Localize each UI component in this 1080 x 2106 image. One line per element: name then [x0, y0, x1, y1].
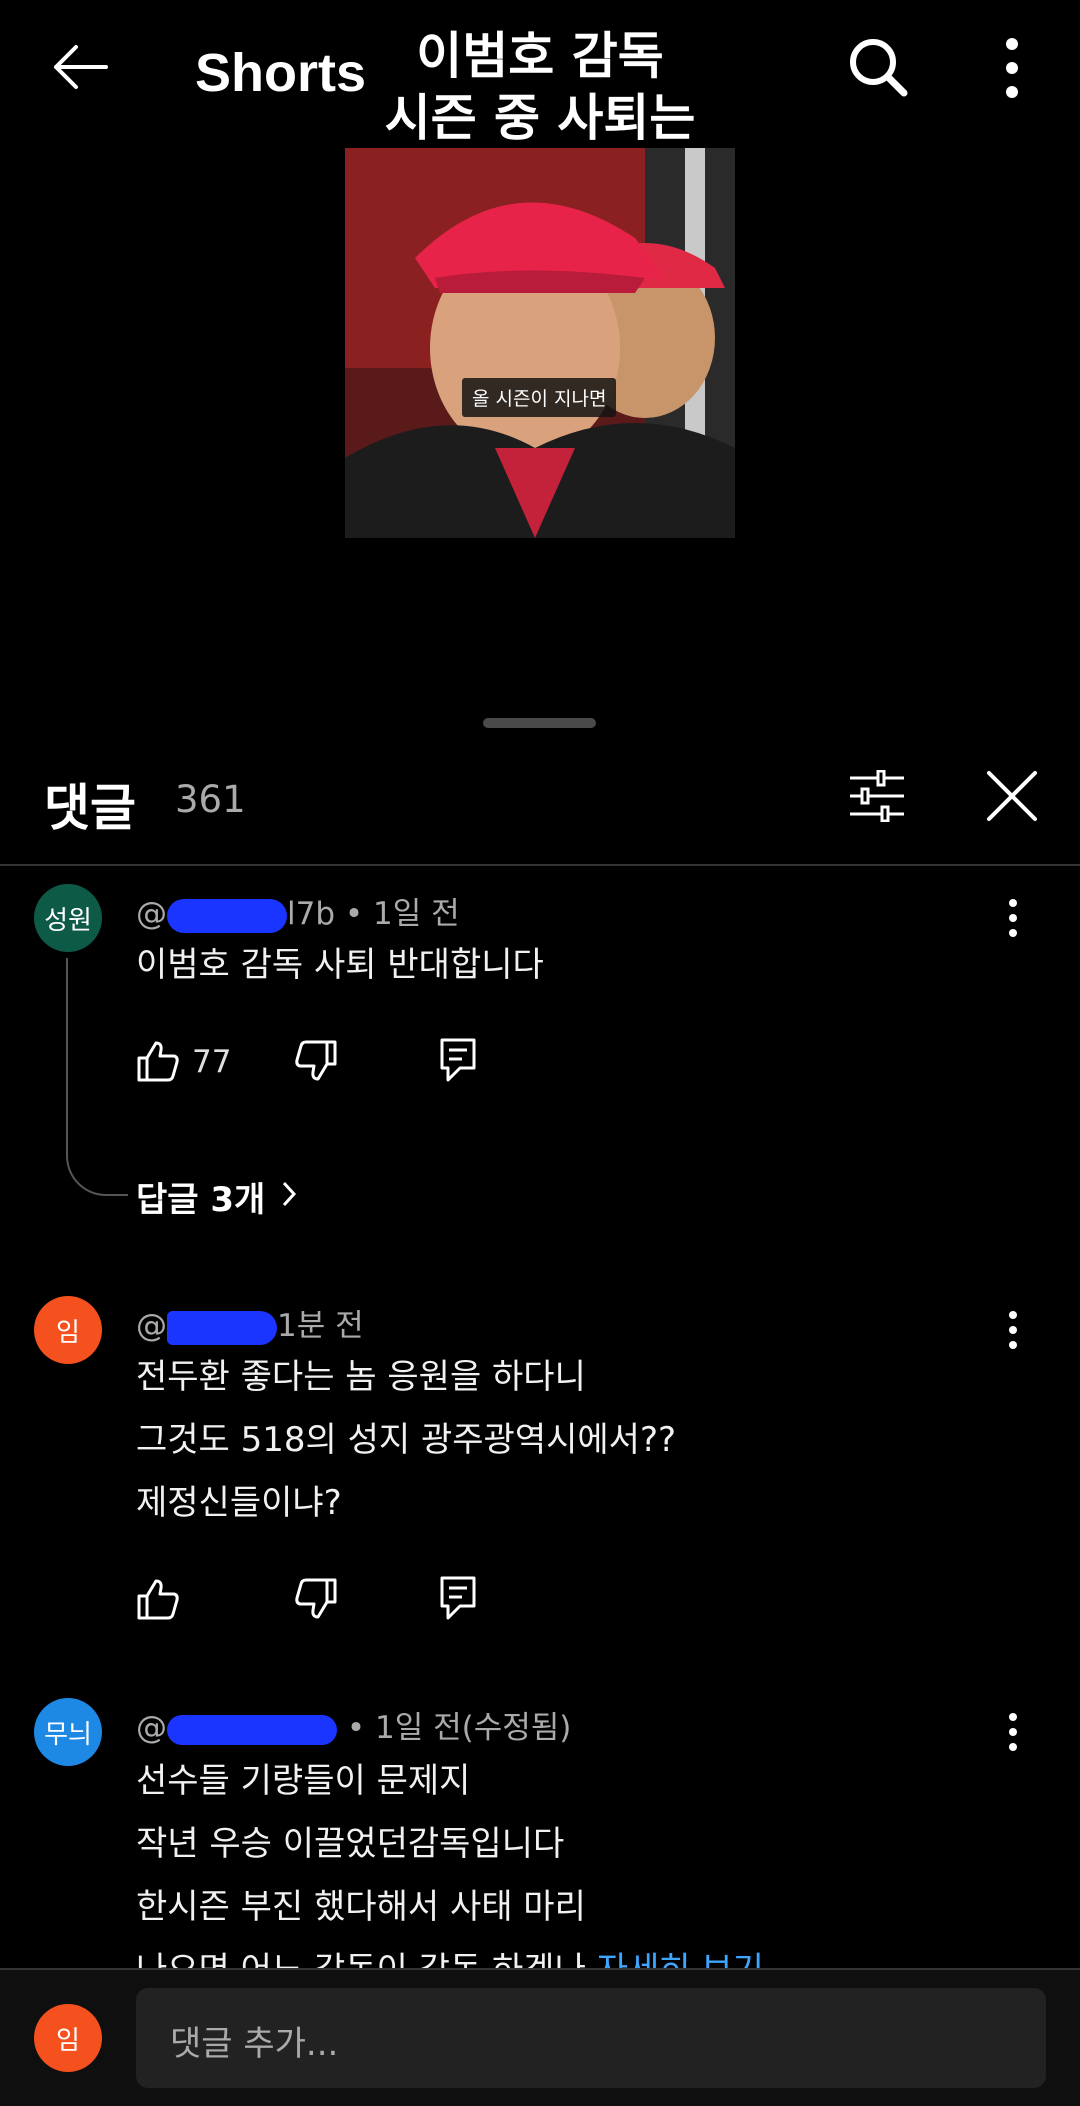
reply-icon[interactable]: [440, 1038, 476, 1082]
filter-icon[interactable]: [848, 769, 906, 823]
comments-count: 361: [175, 778, 246, 821]
comment-text: 선수들 기량들이 문제지 작년 우승 이끌었던감독입니다 한시즌 부진 했다해서…: [136, 1750, 1036, 1968]
close-icon[interactable]: [986, 770, 1038, 822]
replies-label: 답글 3개: [136, 1180, 266, 1220]
comment-more-icon[interactable]: [1004, 898, 1022, 938]
like-count: 77: [192, 1044, 232, 1080]
comment-time: • 1일 전: [335, 896, 460, 932]
comment-time: • 1일 전(수정됨): [337, 1710, 572, 1746]
comments-title: 댓글: [44, 779, 136, 837]
comment-author-tail: l7b: [287, 896, 336, 932]
thumb-down-icon[interactable]: [294, 1040, 338, 1082]
comment-time: 1분 전: [277, 1308, 364, 1344]
thumb-up-icon[interactable]: [136, 1040, 180, 1082]
avatar[interactable]: 임: [34, 2004, 102, 2072]
comment-line-text: 나오면 어느 감독이 감독 하겠나: [136, 1950, 586, 1968]
comment-more-icon[interactable]: [1004, 1712, 1022, 1752]
comment-author[interactable]: @: [136, 1308, 167, 1344]
comment-line: 전두환 좋다는 놈 응원을 하다니: [136, 1357, 586, 1397]
reply-icon[interactable]: [440, 1576, 476, 1620]
comment-meta: @ • 1일 전(수정됨): [136, 1702, 571, 1747]
search-icon[interactable]: [846, 35, 910, 99]
comment-meta: @1분 전: [136, 1300, 364, 1345]
comment-line: 그것도 518의 성지 광주광역시에서??: [136, 1420, 677, 1460]
sheet-drag-handle[interactable]: [483, 718, 596, 728]
comment-line: 제정신들이냐?: [136, 1483, 342, 1523]
comment-author[interactable]: @: [136, 896, 167, 932]
more-vert-icon[interactable]: [1000, 36, 1024, 100]
back-arrow-icon[interactable]: [50, 42, 110, 92]
comment-input[interactable]: 댓글 추가...: [136, 1988, 1046, 2088]
avatar[interactable]: 성원: [34, 884, 102, 952]
video-caption: 올 시즌이 지나면: [462, 378, 617, 417]
comment-line: 이범호 감독 사퇴 반대합니다: [136, 945, 544, 985]
thread-line: [66, 958, 128, 1196]
comment-line: 나오면 어느 감독이 감독 하겠나 자세히 보기: [136, 1939, 1036, 1968]
redacted-username: [167, 1714, 337, 1745]
overlay-title-line2: 시즌 중 사퇴는: [384, 89, 696, 147]
comment-line: 선수들 기량들이 문제지: [136, 1761, 471, 1801]
thumb-up-icon[interactable]: [136, 1578, 180, 1620]
comment-author[interactable]: @: [136, 1710, 167, 1746]
avatar[interactable]: 무늬: [34, 1698, 102, 1766]
replies-button[interactable]: 답글 3개: [136, 1172, 297, 1221]
comment-line: 한시즌 부진 했다해서 사태 마리: [136, 1887, 586, 1927]
comment-line: 작년 우승 이끌었던감독입니다: [136, 1824, 565, 1864]
thumb-down-icon[interactable]: [294, 1578, 338, 1620]
redacted-username: [167, 1310, 277, 1345]
comment-meta: @ l7b • 1일 전: [136, 888, 460, 933]
video-overlay-title: 이범호 감독 시즌 중 사퇴는: [340, 25, 740, 149]
avatar[interactable]: 임: [34, 1296, 102, 1364]
comment-input-placeholder: 댓글 추가...: [170, 2024, 339, 2064]
redacted-username: [167, 898, 287, 933]
chevron-right-icon: [281, 1177, 297, 1217]
header-divider: [0, 864, 1080, 866]
overlay-title-line1: 이범호 감독: [416, 27, 664, 85]
video-thumbnail[interactable]: [345, 148, 735, 538]
comment-more-icon[interactable]: [1004, 1310, 1022, 1350]
comment-text: 전두환 좋다는 놈 응원을 하다니 그것도 518의 성지 광주광역시에서?? …: [136, 1346, 676, 1535]
comment-text: 이범호 감독 사퇴 반대합니다: [136, 934, 544, 997]
read-more-link[interactable]: 자세히 보기: [597, 1950, 764, 1968]
